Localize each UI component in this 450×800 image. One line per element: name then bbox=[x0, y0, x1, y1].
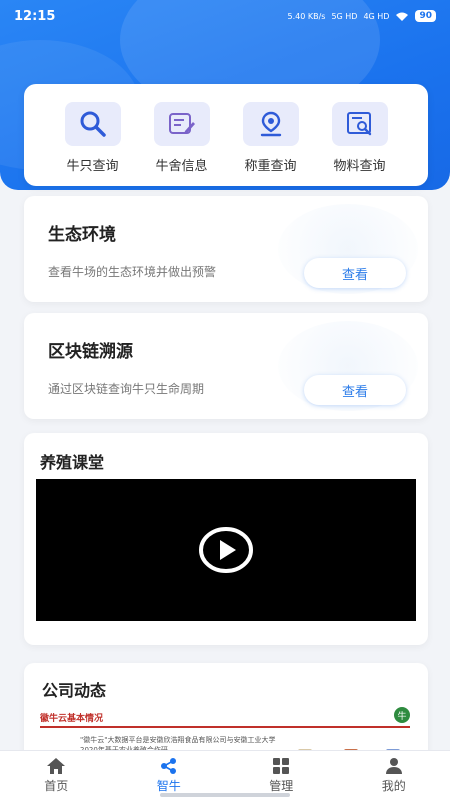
status-bar: 12:15 5.40 KB/s 5G HD 4G HD 90 bbox=[0, 0, 450, 32]
brand-logo: 牛 bbox=[394, 707, 410, 723]
ecology-card: 生态环境 查看牛场的生态环境并做出预警 查看 bbox=[24, 196, 428, 302]
tab-home[interactable]: 首页 bbox=[0, 751, 113, 800]
play-icon[interactable] bbox=[198, 526, 254, 574]
edit-document-icon bbox=[153, 102, 210, 146]
quick-item-label: 称重查询 bbox=[244, 159, 297, 174]
news-banner-heading: 徽牛云基本情况 bbox=[40, 714, 104, 724]
signal-4g: 4G HD bbox=[363, 11, 390, 21]
status-time: 12:15 bbox=[14, 8, 56, 24]
user-icon bbox=[385, 758, 402, 774]
quick-item-weigh-query[interactable]: 称重查询 bbox=[231, 84, 311, 186]
section-title: 养殖课堂 bbox=[40, 453, 105, 472]
tab-label: 我的 bbox=[381, 779, 406, 793]
battery-level: 90 bbox=[415, 10, 436, 22]
share-icon bbox=[160, 758, 176, 774]
quick-item-cattle-query[interactable]: 牛只查询 bbox=[53, 84, 133, 186]
card-description: 查看牛场的生态环境并做出预警 bbox=[48, 265, 217, 279]
document-search-icon bbox=[331, 102, 388, 146]
course-section: 养殖课堂 bbox=[24, 433, 428, 645]
tab-profile[interactable]: 我的 bbox=[338, 751, 450, 800]
quick-item-barn-info[interactable]: 牛舍信息 bbox=[142, 84, 222, 186]
ecology-view-button[interactable]: 查看 bbox=[304, 258, 406, 288]
quick-item-label: 物料查询 bbox=[333, 159, 386, 174]
card-title: 区块链溯源 bbox=[48, 342, 133, 362]
home-indicator[interactable] bbox=[160, 793, 290, 797]
divider bbox=[40, 726, 410, 728]
quick-item-label: 牛只查询 bbox=[66, 159, 119, 174]
home-icon bbox=[47, 758, 66, 774]
video-player[interactable] bbox=[36, 479, 416, 621]
network-speed: 5.40 KB/s bbox=[287, 11, 326, 21]
blockchain-card: 区块链溯源 通过区块链查询牛只生命周期 查看 bbox=[24, 313, 428, 419]
card-title: 生态环境 bbox=[48, 225, 116, 245]
blockchain-view-button[interactable]: 查看 bbox=[304, 375, 406, 405]
search-icon bbox=[64, 102, 121, 146]
section-title: 公司动态 bbox=[42, 681, 107, 700]
company-news-section: 公司动态 徽牛云基本情况 牛 "徽牛云"大数据平台是安徽欣浩翔食品有限公司与安徽… bbox=[24, 663, 428, 763]
card-description: 通过区块链查询牛只生命周期 bbox=[48, 382, 205, 396]
signal-5g: 5G HD bbox=[331, 11, 358, 21]
quick-item-material-query[interactable]: 物料查询 bbox=[320, 84, 400, 186]
location-pin-icon bbox=[242, 102, 299, 146]
tab-label: 首页 bbox=[44, 779, 69, 793]
wifi-icon bbox=[396, 12, 409, 21]
grid-icon bbox=[273, 758, 290, 774]
tab-label: 智牛 bbox=[156, 779, 181, 793]
quick-item-label: 牛舍信息 bbox=[155, 159, 208, 174]
tab-label: 管理 bbox=[269, 779, 294, 793]
quick-menu: 牛只查询 牛舍信息 称重查询 物料查询 bbox=[24, 84, 428, 186]
